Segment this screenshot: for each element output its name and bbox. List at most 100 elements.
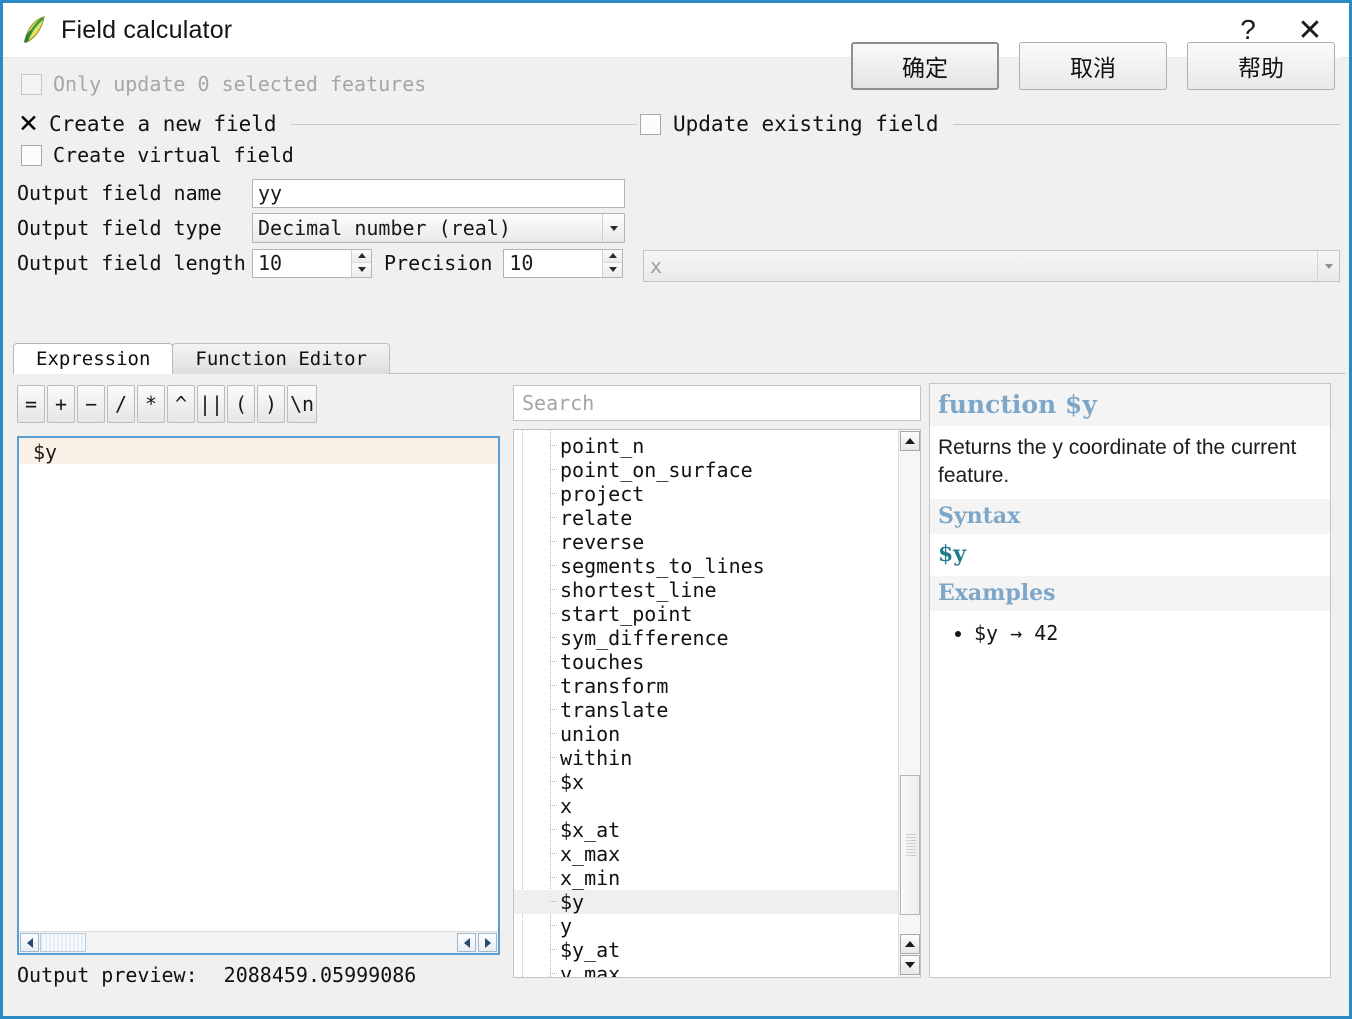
ok-button[interactable]: 确定 (851, 42, 999, 90)
function-list-item[interactable]: $x_at (514, 818, 899, 842)
scroll-up-icon[interactable] (899, 431, 920, 451)
help-syntax-value: $y (938, 541, 967, 568)
help-examples-heading: Examples (930, 576, 1330, 612)
output-field-name-input[interactable] (252, 178, 625, 208)
output-field-length-row: Output field length Precision (17, 246, 625, 280)
create-virtual-field-checkbox[interactable] (21, 144, 42, 166)
field-calculator-dialog: Field calculator ? ✕ Only update 0 selec… (0, 0, 1352, 1019)
function-list-item[interactable]: x (514, 794, 899, 818)
help-title: function $y (930, 384, 1330, 426)
cancel-button[interactable]: 取消 (1019, 42, 1167, 90)
expression-editor[interactable]: $y (17, 436, 500, 955)
output-preview: Output preview: 2088459.05999086 (17, 963, 416, 987)
output-field-type-value: Decimal number (real) (258, 216, 511, 240)
scroll-left-icon[interactable] (20, 933, 39, 952)
update-existing-field-label: Update existing field (673, 112, 939, 136)
precision-spin-buttons[interactable] (602, 249, 623, 277)
operator-open-paren-button[interactable]: ( (227, 385, 255, 423)
chevron-down-icon (1317, 251, 1339, 281)
operator-close-paren-button[interactable]: ) (257, 385, 285, 423)
operator-equals-button[interactable]: = (17, 385, 45, 423)
horizontal-scroll-thumb[interactable] (40, 933, 86, 952)
tab-bar: Expression Function Editor (13, 343, 1345, 374)
tab-function-editor[interactable]: Function Editor (172, 343, 390, 374)
operator-multiply-button[interactable]: * (137, 385, 165, 423)
function-list-item[interactable]: point_n (514, 434, 899, 458)
scroll-up-icon-2[interactable] (900, 934, 920, 954)
function-list-item[interactable]: relate (514, 506, 899, 530)
output-field-form: Output field name Output field type Deci… (17, 176, 625, 281)
help-button[interactable]: 帮助 (1187, 42, 1335, 90)
update-existing-field-checkbox[interactable] (640, 113, 661, 135)
function-list-item[interactable]: project (514, 482, 899, 506)
operator-newline-button[interactable]: \n (287, 385, 317, 423)
function-list-item[interactable]: touches (514, 650, 899, 674)
update-existing-field-group[interactable]: Update existing field (640, 106, 1340, 142)
tab-expression[interactable]: Expression (13, 343, 174, 374)
create-new-field-label: Create a new field (49, 112, 277, 136)
precision-stepper[interactable] (503, 248, 624, 278)
scroll-left-icon-2[interactable] (457, 933, 476, 952)
function-list-items: point_n point_on_surface project relate reve… (514, 430, 899, 977)
function-list-item[interactable]: point_on_surface (514, 458, 899, 482)
create-virtual-field-row[interactable]: Create virtual field (21, 143, 294, 167)
function-list-item[interactable]: y_max (514, 962, 899, 977)
function-list-item[interactable]: $y (514, 890, 899, 914)
create-new-field-group[interactable]: ✕ Create a new field (17, 106, 637, 142)
function-help-panel: function $y Returns the y coordinate of … (929, 383, 1331, 978)
function-list-vertical-scrollbar[interactable] (898, 430, 920, 977)
output-field-type-row: Output field type Decimal number (real) (17, 211, 625, 245)
existing-field-select: x (643, 250, 1340, 282)
function-list-item[interactable]: union (514, 722, 899, 746)
expression-text[interactable]: $y (19, 438, 498, 464)
length-spin-buttons[interactable] (351, 249, 371, 277)
output-field-type-select[interactable]: Decimal number (real) (252, 213, 625, 243)
precision-spin-up-icon[interactable] (602, 249, 623, 263)
length-spin-up-icon[interactable] (351, 249, 371, 263)
operator-button-bar: = + − / * ^ || ( ) \n (17, 385, 319, 423)
function-list-item[interactable]: shortest_line (514, 578, 899, 602)
scroll-bottom-buttons[interactable] (899, 933, 920, 976)
function-list-item[interactable]: reverse (514, 530, 899, 554)
create-new-field-checkbox-checked-icon[interactable]: ✕ (17, 111, 40, 136)
vertical-scroll-thumb[interactable] (900, 775, 920, 915)
create-virtual-field-label: Create virtual field (53, 143, 294, 167)
function-list-item[interactable]: $y_at (514, 938, 899, 962)
dialog-content: Only update 0 selected features ✕ Create… (3, 42, 1349, 987)
function-list-item[interactable]: segments_to_lines (514, 554, 899, 578)
group-divider (952, 123, 1340, 125)
precision-label: Precision (384, 251, 493, 275)
group-divider (290, 123, 637, 125)
scroll-right-icon[interactable] (478, 933, 497, 952)
function-list-item[interactable]: x_min (514, 866, 899, 890)
scroll-thumb-grip (906, 834, 916, 856)
function-list[interactable]: point_n point_on_surface project relate reve… (513, 429, 921, 978)
function-list-item[interactable]: within (514, 746, 899, 770)
scroll-down-icon[interactable] (900, 955, 920, 975)
help-description: Returns the y coordinate of the current … (938, 436, 1297, 487)
search-input[interactable] (513, 385, 921, 421)
function-list-item[interactable]: transform (514, 674, 899, 698)
output-field-name-label: Output field name (17, 181, 222, 205)
expression-horizontal-scrollbar[interactable] (19, 931, 498, 953)
window-title: Field calculator (61, 15, 233, 44)
function-list-item[interactable]: $x (514, 770, 899, 794)
operator-power-button[interactable]: ^ (167, 385, 195, 423)
operator-concat-button[interactable]: || (197, 385, 225, 423)
operator-divide-button[interactable]: / (107, 385, 135, 423)
function-list-item[interactable]: start_point (514, 602, 899, 626)
help-syntax-heading: Syntax (930, 499, 1330, 535)
existing-field-value: x (650, 254, 663, 278)
operator-plus-button[interactable]: + (47, 385, 75, 423)
output-field-name-row: Output field name (17, 176, 625, 210)
chevron-down-icon[interactable] (602, 214, 624, 242)
precision-spin-down-icon[interactable] (602, 263, 623, 277)
length-spin-down-icon[interactable] (351, 263, 371, 277)
output-field-type-label: Output field type (17, 216, 222, 240)
function-list-item[interactable]: x_max (514, 842, 899, 866)
operator-minus-button[interactable]: − (77, 385, 105, 423)
output-field-length-stepper[interactable] (252, 248, 372, 278)
function-list-item[interactable]: translate (514, 698, 899, 722)
function-list-item[interactable]: y (514, 914, 899, 938)
function-list-item[interactable]: sym_difference (514, 626, 899, 650)
